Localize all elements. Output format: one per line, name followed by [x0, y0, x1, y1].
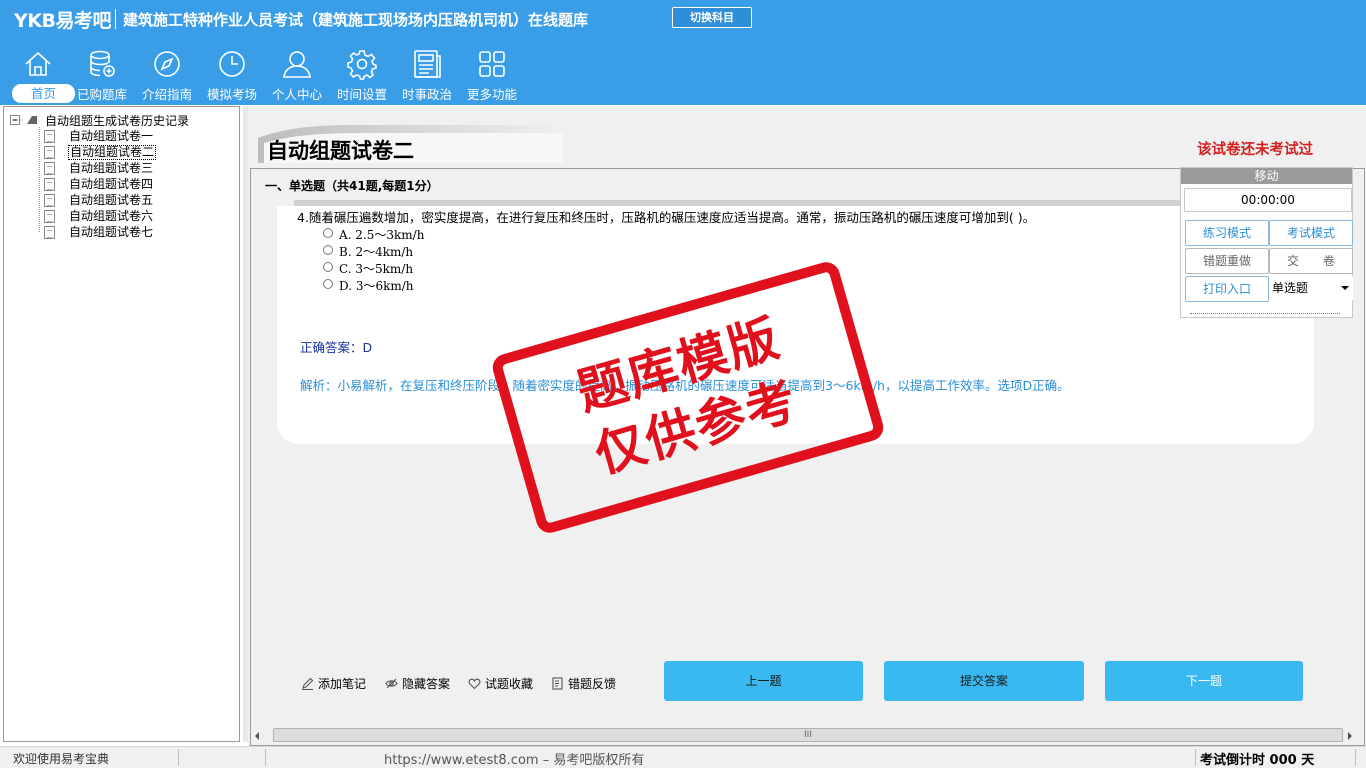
- document-icon: [44, 130, 55, 143]
- app-header: YKB易考吧 建筑施工特种作业人员考试（建筑施工现场场内压路机司机）在线题库 切…: [0, 0, 1366, 105]
- correct-answer: 正确答案：D: [300, 340, 373, 355]
- radio-button[interactable]: [323, 262, 333, 272]
- document-icon: [44, 226, 55, 239]
- nav-item-current-affairs[interactable]: 时事政治: [396, 46, 458, 104]
- chevron-down-icon: [1341, 286, 1349, 290]
- nav-item-time-settings[interactable]: 时间设置: [331, 46, 393, 104]
- move-handle[interactable]: 移动: [1181, 168, 1352, 184]
- newspaper-icon: [414, 50, 441, 78]
- radio-button[interactable]: [323, 228, 333, 238]
- title-bar: YKB易考吧 建筑施工特种作业人员考试（建筑施工现场场内压路机司机）在线题库 切…: [0, 0, 1366, 36]
- tree-root-label: 自动组题生成试卷历史记录: [45, 114, 190, 128]
- clock-icon: [219, 51, 245, 77]
- tree-expand-icon[interactable]: [10, 114, 40, 126]
- nav-label: 时事政治: [401, 87, 452, 102]
- nav-item-more[interactable]: 更多功能: [461, 46, 523, 104]
- document-icon: [44, 194, 55, 207]
- tree-item-label: 自动组题试卷七: [69, 225, 154, 239]
- status-separator: [1195, 749, 1196, 766]
- app-logo: YKB易考吧: [14, 10, 111, 32]
- exam-timer: 00:00:00: [1184, 188, 1352, 212]
- scroll-left-icon[interactable]: [255, 732, 259, 740]
- tree-item-label: 自动组题试卷三: [69, 161, 154, 175]
- next-question-button[interactable]: 下一题: [1105, 661, 1303, 701]
- previous-question-button[interactable]: 上一题: [664, 661, 863, 701]
- document-icon: [44, 210, 55, 223]
- pencil-icon: [302, 677, 314, 690]
- nav-item-guide[interactable]: 介绍指南: [136, 46, 198, 104]
- exam-status-text: 该试卷还未考试过: [1197, 142, 1313, 158]
- copyright-url: https://www.etest8.com – 易考吧版权所有: [384, 753, 645, 768]
- panel-resize-edge[interactable]: [1190, 313, 1340, 314]
- home-icon: [25, 51, 51, 76]
- document-icon: [44, 178, 55, 191]
- exam-countdown: 考试倒计时 000 天: [1200, 753, 1315, 768]
- add-note-label: 添加笔记: [318, 677, 367, 691]
- tree-item-label: 自动组题试卷二: [68, 145, 157, 160]
- print-entry-button[interactable]: 打印入口: [1185, 276, 1269, 302]
- paper-title: 自动组题试卷二: [267, 139, 414, 163]
- nav-label: 介绍指南: [141, 87, 192, 102]
- gear-icon: [347, 50, 377, 80]
- submit-paper-button[interactable]: 交 卷: [1269, 248, 1353, 274]
- compass-icon: [154, 51, 180, 77]
- nav-label: 首页: [12, 84, 75, 103]
- section-header: 一、单选题（共41题,每题1分）: [265, 179, 439, 193]
- nav-label: 已购题库: [76, 87, 127, 102]
- radio-button[interactable]: [323, 245, 333, 255]
- eye-off-icon: [385, 678, 398, 689]
- app-title: 建筑施工特种作业人员考试（建筑施工现场场内压路机司机）在线题库: [123, 11, 589, 29]
- nav-item-purchased[interactable]: 已购题库: [71, 46, 133, 104]
- tree-item-label: 自动组题试卷四: [69, 177, 154, 191]
- favorite-link[interactable]: 试题收藏: [468, 675, 533, 691]
- tree-item-label: 自动组题试卷六: [69, 209, 154, 223]
- feedback-link[interactable]: 错题反馈: [551, 675, 616, 691]
- status-bar: 欢迎使用易考宝典 https://www.etest8.com – 易考吧版权所…: [0, 746, 1366, 768]
- option-label: A. 2.5～3km/h: [339, 228, 425, 242]
- horizontal-scrollbar[interactable]: III: [251, 727, 1364, 744]
- option-label: C. 3～5km/h: [339, 262, 414, 276]
- scrollbar-thumb[interactable]: III: [273, 728, 1343, 742]
- welcome-text: 欢迎使用易考宝典: [13, 752, 110, 766]
- database-icon: [90, 50, 115, 77]
- question-type-value: 单选题: [1272, 281, 1309, 295]
- grid-icon: [479, 51, 505, 77]
- feedback-label: 错题反馈: [568, 677, 617, 691]
- switch-subject-button[interactable]: 切换科目: [672, 7, 752, 28]
- add-note-link[interactable]: 添加笔记: [301, 675, 366, 691]
- tree-item-label: 自动组题试卷五: [69, 193, 154, 207]
- nav-label: 个人中心: [271, 87, 322, 102]
- option-label: B. 2～4km/h: [339, 245, 414, 259]
- question-type-select[interactable]: 单选题: [1269, 276, 1353, 300]
- logo-separator: [115, 9, 116, 29]
- tree-connector: [39, 127, 40, 232]
- nav-item-profile[interactable]: 个人中心: [266, 46, 328, 104]
- paper-history-tree: 自动组题生成试卷历史记录 自动组题试卷一 自动组题试卷二 自动组题试卷三 自动组…: [3, 106, 240, 742]
- status-separator: [1355, 749, 1356, 766]
- heart-icon: [468, 678, 481, 690]
- practice-mode-button[interactable]: 练习模式: [1185, 220, 1269, 246]
- scroll-right-icon[interactable]: [1348, 732, 1352, 740]
- hide-answer-label: 隐藏答案: [402, 677, 451, 691]
- nav-label: 时间设置: [336, 87, 387, 102]
- nav-item-mock-exam[interactable]: 模拟考场: [201, 46, 263, 104]
- report-icon: [552, 677, 563, 690]
- document-icon: [44, 162, 55, 175]
- submit-answer-button[interactable]: 提交答案: [884, 661, 1084, 701]
- exam-mode-button[interactable]: 考试模式: [1269, 220, 1353, 246]
- status-separator: [178, 749, 179, 766]
- status-separator: [265, 749, 266, 766]
- radio-button[interactable]: [323, 279, 333, 289]
- nav-item-home[interactable]: 首页: [7, 46, 75, 104]
- document-icon: [44, 146, 55, 159]
- tree-item-label: 自动组题试卷一: [69, 129, 154, 143]
- hide-answer-link[interactable]: 隐藏答案: [385, 675, 450, 691]
- user-icon: [283, 51, 311, 78]
- option-label: D. 3～6km/h: [339, 279, 414, 293]
- question-text: 4.随着碾压遍数增加，密实度提高，在进行复压和终压时，压路机的碾压速度应适当提高…: [297, 210, 1036, 225]
- favorite-label: 试题收藏: [485, 677, 534, 691]
- nav-label: 更多功能: [466, 87, 517, 102]
- redo-wrong-button[interactable]: 错题重做: [1185, 248, 1269, 274]
- nav-label: 模拟考场: [206, 87, 257, 102]
